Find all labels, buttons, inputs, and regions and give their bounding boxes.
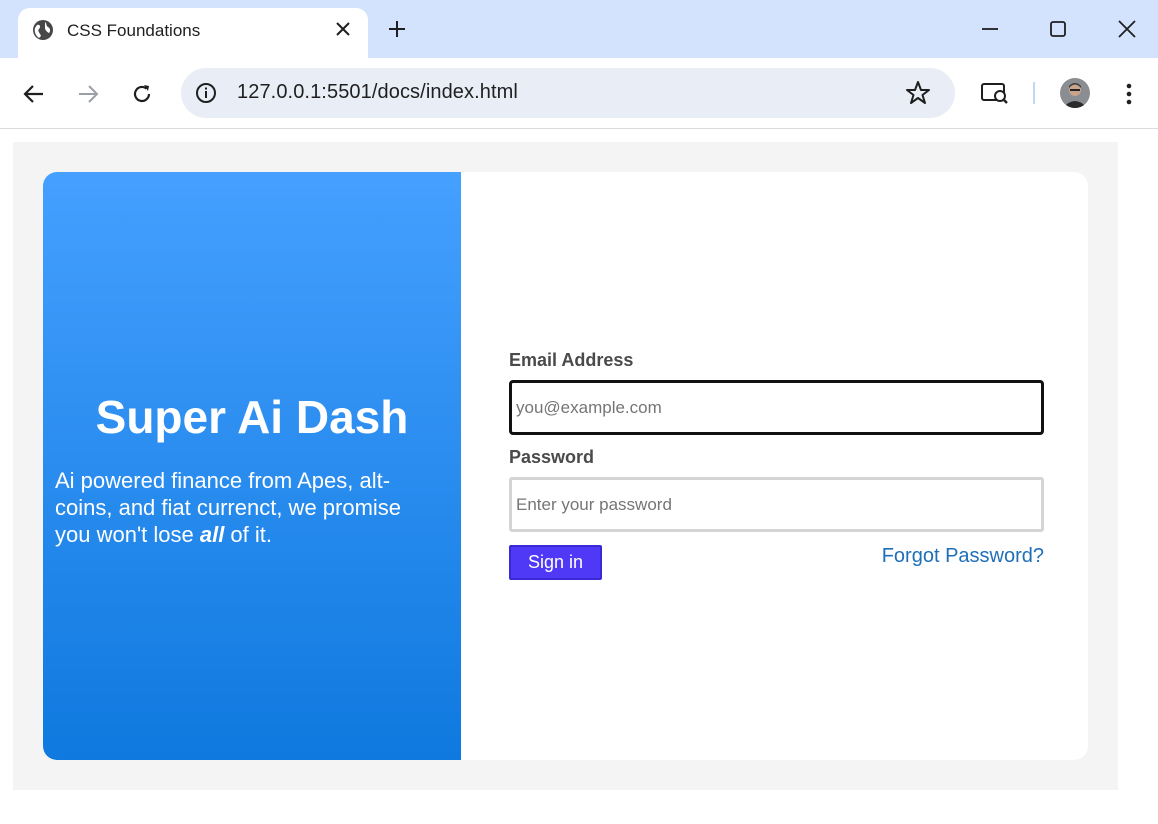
globe-icon [32,19,54,41]
reload-icon[interactable] [128,80,156,108]
star-icon[interactable] [905,80,931,106]
forgot-password-link[interactable]: Forgot Password? [882,545,1044,568]
back-arrow-icon[interactable] [20,80,48,108]
plus-icon[interactable] [384,16,410,42]
kebab-menu-icon[interactable] [1116,80,1142,108]
email-label: Email Address [509,350,634,370]
maximize-icon[interactable] [1043,14,1073,44]
tab-strip: CSS Foundations [0,0,1158,58]
lens-icon[interactable] [980,80,1010,108]
tagline-end: of it. [224,522,272,547]
password-label: Password [509,447,595,467]
minimize-icon[interactable] [975,14,1005,44]
info-icon[interactable] [195,82,217,104]
tagline-emphasis: all [199,522,225,547]
address-bar[interactable]: 127.0.0.1:5501/docs/index.html [181,68,955,118]
hero-title: Super Ai Dash [95,391,409,443]
sign-in-button[interactable]: Sign in [509,545,602,580]
password-field[interactable] [509,477,1044,532]
email-field[interactable] [509,380,1044,435]
page-background: Super Ai Dash Ai powered finance from Ap… [13,142,1118,790]
browser-toolbar: 127.0.0.1:5501/docs/index.html [0,58,1158,129]
hero-tagline: Ai powered finance from Apes, alt-coins,… [55,467,435,548]
window-close-icon[interactable] [1112,14,1142,44]
forward-arrow-icon[interactable] [74,80,102,108]
avatar[interactable] [1060,78,1090,108]
url-text[interactable]: 127.0.0.1:5501/docs/index.html [237,81,518,104]
login-card: Super Ai Dash Ai powered finance from Ap… [43,172,1088,760]
browser-tab[interactable]: CSS Foundations [18,8,368,58]
hero-panel: Super Ai Dash Ai powered finance from Ap… [43,172,461,760]
tab-title: CSS Foundations [67,21,201,40]
close-icon[interactable] [331,17,355,41]
toolbar-divider [1033,82,1035,104]
